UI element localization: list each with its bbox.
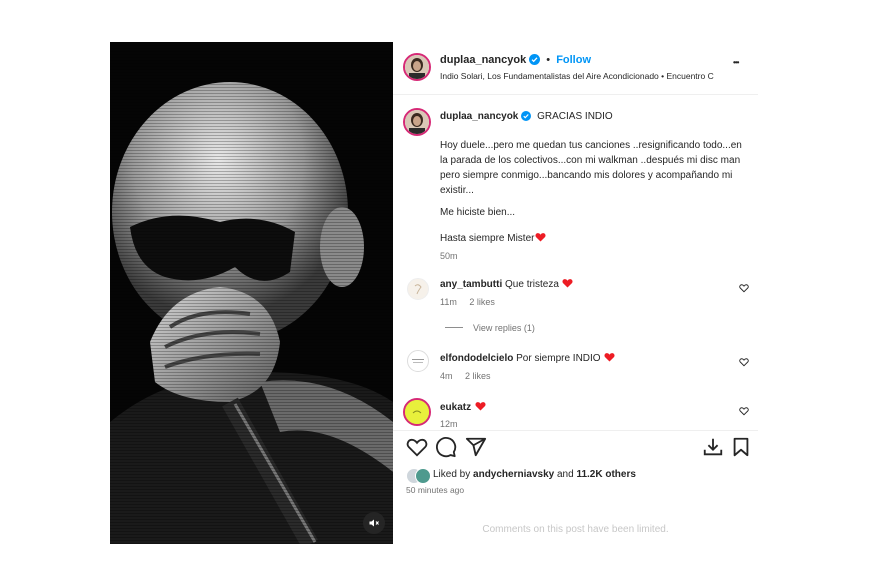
verified-badge-icon xyxy=(529,54,541,65)
caption-paragraph-3: Hasta siempre Mister xyxy=(440,233,535,244)
avatar-photo xyxy=(414,284,422,295)
caption-paragraph-2: Me hiciste bien... xyxy=(440,207,516,218)
view-replies-label: View replies (1) xyxy=(473,323,535,333)
instagram-post: duplaa_nancyok • Follow Indio Solari, Lo… xyxy=(110,42,758,544)
audio-attribution[interactable]: Indio Solari, Los Fundamentalistas del A… xyxy=(440,71,725,81)
caption-title-row: duplaa_nancyok GRACIAS INDIO xyxy=(440,111,613,122)
comment-avatar[interactable] xyxy=(403,398,431,426)
header-separator: • xyxy=(546,54,551,66)
comment-text: Que tristeza xyxy=(505,279,559,290)
author-username[interactable]: duplaa_nancyok xyxy=(440,54,526,66)
avatar-photo xyxy=(405,110,429,134)
comment-meta: 11m 2 likes xyxy=(440,297,495,307)
comment-time[interactable]: 12m xyxy=(440,419,458,427)
liker-avatar xyxy=(415,468,431,484)
more-options-button[interactable]: ••• xyxy=(733,58,739,67)
comment-meta: 4m 2 likes xyxy=(440,371,491,381)
post-video[interactable] xyxy=(110,42,393,544)
posted-time[interactable]: 50 minutes ago xyxy=(406,485,464,495)
view-replies-button[interactable]: View replies (1) xyxy=(445,323,535,333)
like-heart-icon[interactable] xyxy=(406,436,428,458)
avatar-photo xyxy=(405,400,429,424)
like-comment-heart-icon[interactable] xyxy=(739,283,749,293)
download-icon[interactable] xyxy=(702,436,724,458)
share-paper-plane-icon[interactable] xyxy=(465,436,487,458)
follow-button[interactable]: Follow xyxy=(556,54,591,66)
post-header: duplaa_nancyok • Follow Indio Solari, Lo… xyxy=(393,42,758,95)
caption-title: GRACIAS INDIO xyxy=(537,111,613,122)
caption-paragraph-1: Hoy duele...pero me quedan tus canciones… xyxy=(440,140,742,196)
comment-username[interactable]: elfondodelcielo xyxy=(440,353,513,364)
comment-row-1: any_tambutti Que tristeza xyxy=(440,278,573,290)
header-title-row: duplaa_nancyok • Follow xyxy=(440,54,591,66)
comment-avatar[interactable] xyxy=(407,278,429,300)
video-frame xyxy=(110,42,393,544)
comment-username[interactable]: eukatz xyxy=(440,402,471,413)
liked-by-prefix: Liked by xyxy=(433,469,471,480)
comment-likes[interactable]: 2 likes xyxy=(469,297,495,307)
mute-button[interactable] xyxy=(363,512,385,534)
comment-text: Por siempre INDIO xyxy=(516,353,601,364)
caption-time[interactable]: 50m xyxy=(440,251,458,261)
liked-by-and: and xyxy=(556,469,574,480)
red-heart-emoji-icon xyxy=(604,353,615,362)
liked-by-avatars[interactable] xyxy=(406,467,434,484)
comment-row-3: eukatz xyxy=(440,401,486,413)
comment-time[interactable]: 11m xyxy=(440,297,457,307)
caption-paragraph-3-row: Hasta siempre Mister xyxy=(440,231,752,246)
speaker-muted-icon xyxy=(369,519,379,527)
comment-row-2: elfondodelcielo Por siempre INDIO xyxy=(440,352,615,364)
comment-bubble-icon[interactable] xyxy=(435,436,457,458)
red-heart-emoji-icon xyxy=(562,279,573,288)
like-comment-heart-icon[interactable] xyxy=(739,406,749,416)
caption-avatar[interactable] xyxy=(403,108,431,136)
red-heart-emoji-icon xyxy=(535,233,546,242)
red-heart-emoji-icon xyxy=(475,402,486,411)
avatar-photo xyxy=(405,55,429,79)
more-options-icon: ••• xyxy=(733,58,739,67)
liked-by-others[interactable]: 11.2K others xyxy=(576,469,635,480)
comment-time[interactable]: 4m xyxy=(440,371,453,381)
save-bookmark-icon[interactable] xyxy=(730,436,752,458)
reply-line xyxy=(445,327,463,328)
author-avatar[interactable] xyxy=(403,53,431,81)
comments-limited-notice: Comments on this post have been limited. xyxy=(482,524,669,535)
comment-avatar[interactable] xyxy=(407,350,429,372)
post-details-panel: duplaa_nancyok • Follow Indio Solari, Lo… xyxy=(393,42,758,544)
avatar-photo xyxy=(412,359,424,363)
like-comment-heart-icon[interactable] xyxy=(739,357,749,367)
comment-username[interactable]: any_tambutti xyxy=(440,279,502,290)
verified-badge-icon xyxy=(521,111,532,121)
comment-likes[interactable]: 2 likes xyxy=(465,371,491,381)
liked-by-row: Liked by andycherniavsky and 11.2K other… xyxy=(433,469,636,480)
caption-username[interactable]: duplaa_nancyok xyxy=(440,111,518,122)
liked-by-user[interactable]: andycherniavsky xyxy=(473,469,554,480)
